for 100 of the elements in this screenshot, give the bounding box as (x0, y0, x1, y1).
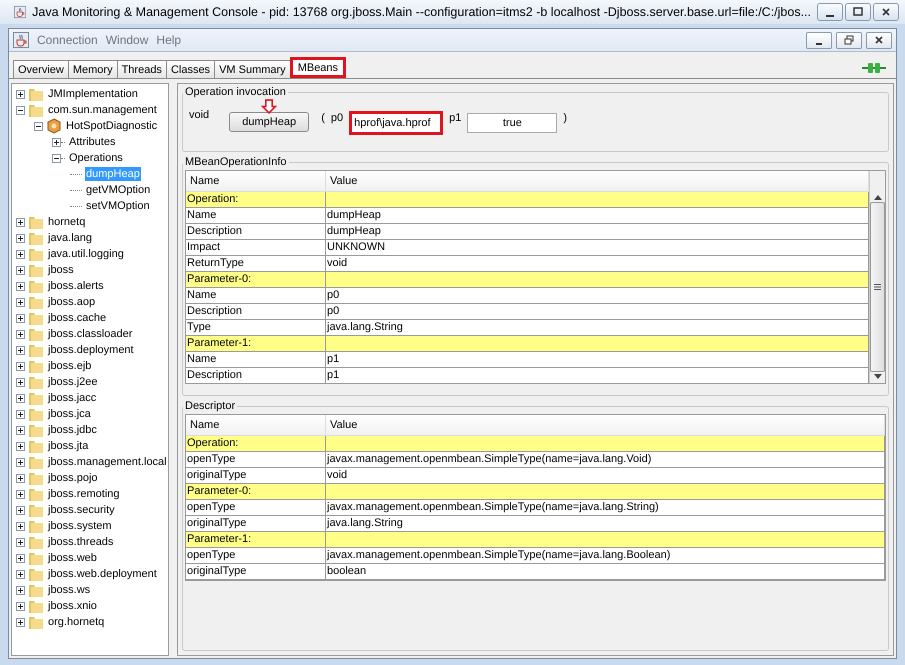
tree-item[interactable]: jboss.web.deployment (47, 567, 158, 581)
expand-toggle-icon[interactable] (16, 618, 25, 626)
minimize-icon (816, 42, 822, 44)
expand-toggle-icon[interactable] (16, 346, 25, 354)
table-cell: Name (186, 352, 326, 367)
tree-item[interactable]: jboss.jacc (47, 391, 98, 405)
folder-icon (28, 326, 44, 342)
tree-item[interactable]: jboss.web (47, 551, 98, 565)
param-field[interactable]: hprof\java.hprof (349, 111, 444, 135)
tree-item[interactable]: getVMOption (85, 183, 152, 197)
table-cell: openType (186, 548, 326, 563)
tab[interactable]: VM Summary (214, 60, 291, 78)
minimize-button[interactable] (806, 32, 832, 48)
tree-item[interactable]: java.lang (47, 231, 94, 245)
expand-toggle-icon[interactable] (34, 122, 43, 130)
maximize-button[interactable] (845, 3, 871, 21)
expand-toggle-icon[interactable] (16, 218, 25, 226)
tree-item[interactable]: jboss.pojo (47, 471, 99, 485)
tab[interactable]: Overview (13, 60, 69, 78)
tree-item[interactable]: jboss (47, 263, 75, 277)
tab[interactable]: MBeans (290, 57, 346, 78)
scroll-up-icon[interactable] (874, 195, 882, 200)
folder-icon (28, 358, 44, 374)
expand-toggle-icon[interactable] (52, 154, 61, 162)
expand-toggle-icon[interactable] (16, 490, 25, 498)
tree-item[interactable]: jboss.alerts (47, 279, 105, 293)
tree-item[interactable]: jboss.jca (47, 407, 92, 421)
expand-toggle-icon[interactable] (16, 554, 25, 562)
folder-icon (28, 342, 44, 358)
expand-toggle-icon[interactable] (16, 474, 25, 482)
expand-toggle-icon[interactable] (16, 602, 25, 610)
expand-toggle-icon[interactable] (16, 426, 25, 434)
table-cell: Description (186, 224, 326, 239)
tree-item[interactable]: JMImplementation (47, 87, 139, 101)
tree-item[interactable]: jboss.jta (47, 439, 90, 453)
expand-toggle-icon[interactable] (16, 362, 25, 370)
tree-item[interactable]: org.hornetq (47, 615, 106, 629)
folder-icon (28, 566, 44, 582)
tree-item[interactable]: jboss.jdbc (47, 423, 98, 437)
menu-item[interactable]: Help (156, 33, 182, 47)
expand-toggle-icon[interactable] (16, 250, 25, 258)
expand-toggle-icon[interactable] (16, 378, 25, 386)
tree-item[interactable]: jboss.cache (47, 311, 108, 325)
tree-item[interactable]: jboss.xnio (47, 599, 98, 613)
expand-toggle-icon[interactable] (16, 586, 25, 594)
expand-toggle-icon[interactable] (16, 282, 25, 290)
expand-toggle-icon[interactable] (16, 570, 25, 578)
tree-item[interactable]: com.sun.management (47, 103, 158, 117)
column-header[interactable]: Value (326, 415, 885, 435)
tree-item[interactable]: jboss.security (47, 503, 116, 517)
tree-item[interactable]: jboss.system (47, 519, 113, 533)
tree-item[interactable]: HotSpotDiagnostic (65, 119, 158, 133)
tree-item[interactable]: jboss.threads (47, 535, 114, 549)
tree-item[interactable]: jboss.ejb (47, 359, 92, 373)
java-cup-icon (13, 32, 29, 48)
expand-toggle-icon[interactable] (16, 234, 25, 242)
expand-toggle-icon[interactable] (16, 298, 25, 306)
param-label: p0 (330, 111, 344, 126)
tree-item[interactable]: hornetq (47, 215, 86, 229)
tree-item[interactable]: Operations (68, 151, 124, 165)
column-header[interactable]: Name (186, 171, 326, 191)
close-button[interactable] (866, 32, 892, 48)
tree-item[interactable]: setVMOption (85, 199, 151, 213)
tab[interactable]: Memory (68, 60, 118, 78)
expand-toggle-icon[interactable] (16, 458, 25, 466)
expand-toggle-icon[interactable] (16, 410, 25, 418)
tree-item[interactable]: jboss.classloader (47, 327, 134, 341)
tab[interactable]: Classes (166, 60, 216, 78)
menu-item[interactable]: Connection (37, 33, 98, 47)
expand-toggle-icon[interactable] (52, 138, 61, 146)
expand-toggle-icon[interactable] (16, 266, 25, 274)
tree-item[interactable]: Attributes (68, 135, 116, 149)
menu-item[interactable]: Window (106, 33, 148, 47)
param-field[interactable]: true (467, 113, 558, 133)
expand-toggle-icon[interactable] (16, 442, 25, 450)
table-cell: originalType (186, 468, 326, 483)
close-button[interactable] (873, 3, 899, 21)
column-header[interactable]: Name (186, 415, 326, 435)
minimize-button[interactable] (817, 3, 843, 21)
tree-item[interactable]: jboss.deployment (47, 343, 135, 357)
expand-toggle-icon[interactable] (16, 106, 25, 114)
tree-item[interactable]: jboss.remoting (47, 487, 121, 501)
scroll-down-icon[interactable] (874, 374, 882, 379)
expand-toggle-icon[interactable] (16, 90, 25, 98)
expand-toggle-icon[interactable] (16, 314, 25, 322)
scrollbar[interactable] (869, 171, 885, 383)
tab[interactable]: Threads (116, 60, 167, 78)
expand-toggle-icon[interactable] (16, 394, 25, 402)
invoke-button[interactable]: dumpHeap (229, 112, 310, 132)
folder-icon (28, 374, 44, 390)
tree-item[interactable]: java.util.logging (47, 247, 125, 261)
tree-item[interactable]: jboss.management.local (47, 455, 168, 469)
expand-toggle-icon[interactable] (16, 522, 25, 530)
tree-item[interactable]: jboss.aop (47, 295, 96, 309)
tree-item[interactable]: jboss.j2ee (47, 375, 99, 389)
restore-button[interactable] (836, 32, 862, 48)
expand-toggle-icon[interactable] (16, 330, 25, 338)
tree-item[interactable]: jboss.ws (47, 583, 92, 597)
expand-toggle-icon[interactable] (16, 538, 25, 546)
expand-toggle-icon[interactable] (16, 506, 25, 514)
